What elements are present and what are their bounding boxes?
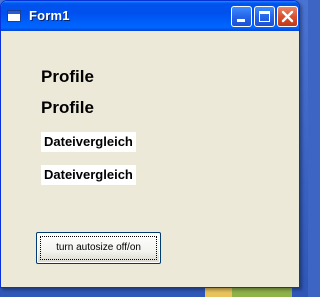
profile-label-1: Profile [41, 67, 94, 86]
profile-label-2: Profile [41, 98, 94, 117]
window-app-icon[interactable] [7, 10, 21, 22]
form-window: Form1 Profile Profile Dateivergleich Dat… [0, 0, 300, 288]
maximize-button[interactable] [254, 6, 275, 27]
window-title: Form1 [29, 8, 70, 23]
maximize-icon [259, 11, 270, 22]
dateivergleich-label-1: Dateivergleich [41, 132, 136, 152]
dateivergleich-label-2: Dateivergleich [41, 165, 136, 185]
autosize-toggle-button[interactable]: turn autosize off/on [36, 232, 161, 264]
autosize-toggle-label: turn autosize off/on [56, 242, 141, 253]
close-icon [281, 10, 294, 23]
minimize-icon [237, 19, 245, 22]
close-button[interactable] [277, 6, 298, 27]
minimize-button[interactable] [231, 6, 252, 27]
title-bar[interactable]: Form1 [1, 1, 299, 31]
form-client-area: Profile Profile Dateivergleich Dateiverg… [4, 31, 296, 286]
